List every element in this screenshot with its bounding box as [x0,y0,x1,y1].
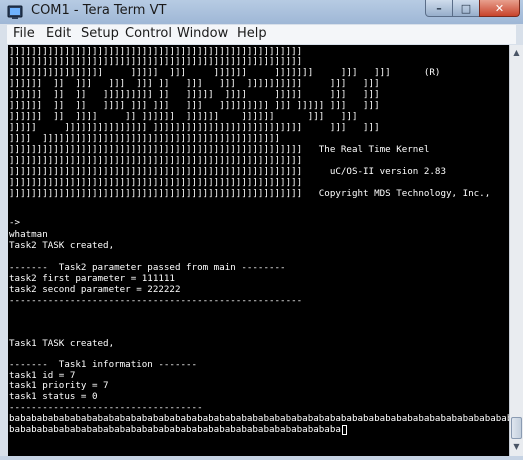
menu-edit[interactable]: Edit [46,26,71,41]
scroll-down-arrow-icon[interactable]: ▼ [511,440,522,454]
terminal-cursor [341,424,347,435]
vertical-scrollbar[interactable]: ▲ ▼ [509,45,523,456]
menu-control[interactable]: Control [125,26,172,41]
terminal-line: ]]]]]]]]]]]]]]]]]]]]]]]]]]]]]]]]]]]]]]]]… [9,188,491,199]
terminal-line: Task1 TASK created, [9,338,115,349]
terminal-line: ----------------------------------- [9,402,203,413]
tera-term-window: COM1 - Tera Term VT – □ ✕ File Edit Setu… [0,0,523,460]
terminal-line: task1 status = 0 [9,391,98,402]
terminal-line: ]]]]]]]]]]]]]]]]]]]]]]]]]]]]]]]]]]]]]]]]… [9,166,446,177]
terminal-line: ]]]]] ]]]]]]]]]]]]]]] ]]]]]]]]]]]]]]]]]]… [9,122,380,133]
terminal-line: ]]]]]]]]]]]]]]]]]]]]]]]]]]]]]]]]]]]]]]]]… [9,177,303,188]
menu-setup[interactable]: Setup [81,26,119,41]
window-title: COM1 - Tera Term VT [31,3,167,18]
close-button[interactable]: ✕ [479,0,520,17]
menu-window[interactable]: Window [177,26,228,41]
menu-help[interactable]: Help [237,26,267,41]
terminal-line: babababababababababababababababababababa… [9,424,347,435]
terminal-line: ]]]]]] ]] ]] ]]]]]]]]] ]] ]]]]] ]]]] ]]]… [9,89,380,100]
terminal-line: ]]]]]] ]] ]] ]]]] ]]] ]]] ]]] ]]]]]]]]] … [9,100,380,111]
tera-term-app-icon [7,5,23,19]
terminal-line: ]]]]]]]]]]]]]]]]] ]]]]] ]]] ]]]]]] ]]]]]… [9,67,441,78]
menu-file[interactable]: File [13,26,35,41]
window-bottom-frame [0,456,523,460]
terminal-line: task2 second parameter = 222222 [9,284,181,295]
terminal-line: ]]]]]]]]]]]]]]]]]]]]]]]]]]]]]]]]]]]]]]]]… [9,56,303,67]
terminal-line: ]]]]]] ]] ]]]] ]] ]]]]]] ]]]]]] ]]]]]] ]… [9,111,358,122]
terminal-line: ]]]]]]]]]]]]]]]]]]]]]]]]]]]]]]]]]]]]]]]]… [9,155,303,166]
terminal-line: -> [9,217,21,228]
title-bar[interactable]: COM1 - Tera Term VT – □ ✕ [0,0,523,24]
menu-bar: File Edit Setup Control Window Help [7,25,516,44]
scroll-up-arrow-icon[interactable]: ▲ [511,46,522,60]
terminal-line: ]]]] ]]]]]]]]]]]]]]]]]]]]]]]]]]]]]]]]]]]… [9,133,281,144]
terminal-line: task1 priority = 7 [9,380,109,391]
terminal-line: babababababababababababababababababababa… [9,413,509,424]
terminal-line: ]]]]]]]]]]]]]]]]]]]]]]]]]]]]]]]]]]]]]]]]… [9,144,430,155]
terminal-line: Task2 TASK created, [9,240,115,251]
close-icon: ✕ [494,1,505,15]
minimize-button[interactable]: – [425,0,453,17]
scroll-thumb[interactable] [511,417,522,439]
terminal-line: ------- Task1 information ------- [9,359,198,370]
terminal-line: whatman [9,229,48,240]
minimize-icon: – [436,1,442,15]
maximize-button[interactable]: □ [452,0,480,17]
terminal-line: task2 first parameter = 111111 [9,273,175,284]
terminal-line: ]]]]]] ]] ]]] ]]] ]]] ]] ]]] ]]] ]]]]]]]… [9,78,380,89]
terminal-screen[interactable]: ]]]]]]]]]]]]]]]]]]]]]]]]]]]]]]]]]]]]]]]]… [8,45,509,456]
maximize-icon: □ [460,1,472,15]
terminal-line: ------- Task2 parameter passed from main… [9,262,286,273]
terminal-line: ----------------------------------------… [9,295,303,306]
